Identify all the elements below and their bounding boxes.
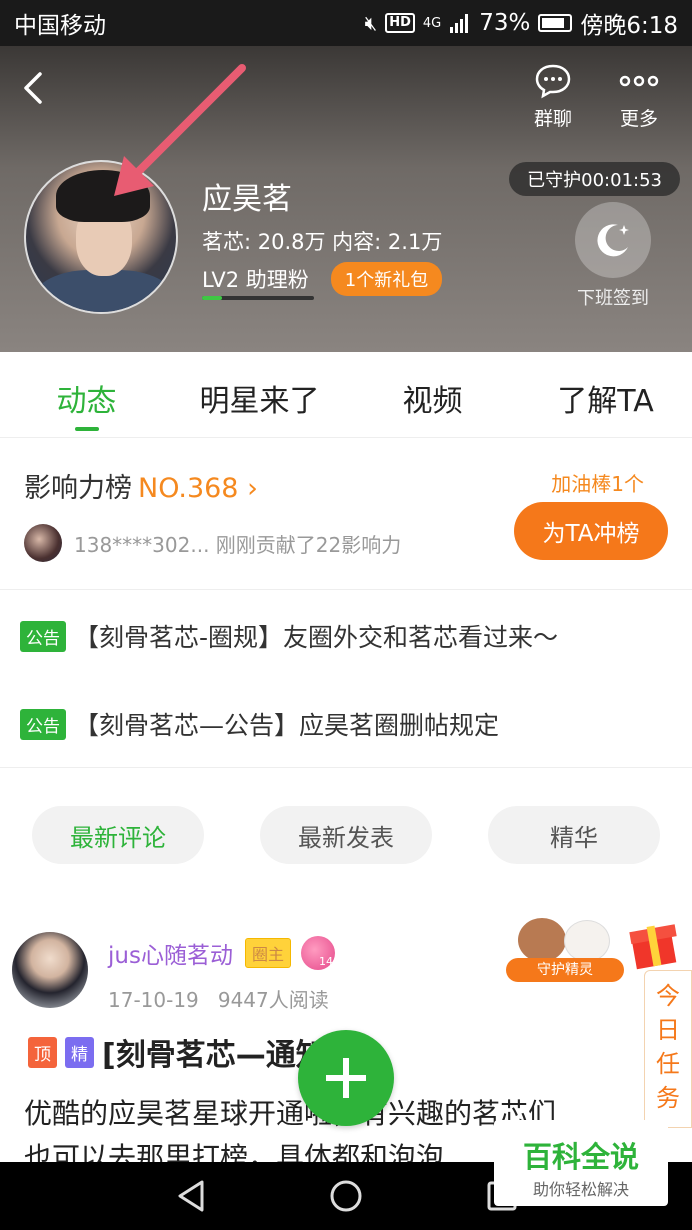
bear-sprite-icon xyxy=(518,918,566,962)
signal-icon xyxy=(450,14,469,33)
influence-ranking: 影响力榜 NO.368 › 138****302... 刚刚贡献了22影响力 加油… xyxy=(0,438,692,590)
star-stats: 茗芯: 20.8万 内容: 2.1万 xyxy=(202,230,443,254)
today-task-char: 日 xyxy=(656,1016,680,1044)
more-dots-icon xyxy=(604,62,674,100)
contributor-text: 138****302... 刚刚贡献了22影响力 xyxy=(74,532,402,557)
tab-bar: 动态 明星来了 视频 了解TA xyxy=(0,352,692,438)
today-task-char: 任 xyxy=(656,1050,680,1078)
sort-filter-bar: 最新评论 最新发表 精华 xyxy=(0,768,692,886)
influence-rank: NO.368 xyxy=(138,473,239,504)
owner-badge: 圈主 xyxy=(244,938,291,968)
mute-icon: 🔇︎ xyxy=(364,11,378,35)
rush-ranking-button[interactable]: 为TA冲榜 xyxy=(514,502,668,560)
notice-tag: 公告 xyxy=(20,708,66,740)
watermark-title: 百科全说 xyxy=(522,1140,639,1174)
filter-latest-comments[interactable]: 最新评论 xyxy=(32,806,204,864)
hd-icon: HD xyxy=(385,13,415,33)
create-post-button[interactable] xyxy=(298,1030,394,1126)
new-gift-badge[interactable]: 1个新礼包 xyxy=(330,262,443,296)
post-title: [刻骨茗芯—通知 xyxy=(102,1038,326,1073)
checkin-button[interactable] xyxy=(575,202,651,278)
notice-item[interactable]: 公告 【刻骨茗芯—公告】应昊茗圈删帖规定 xyxy=(20,706,499,742)
battery-icon xyxy=(538,14,573,32)
star-name: 应昊茗 xyxy=(202,182,292,217)
chevron-right-icon: › xyxy=(247,473,258,504)
guard-timer-badge: 已守护00:01:53 xyxy=(509,162,680,196)
group-chat-button[interactable]: 群聊 xyxy=(518,62,588,131)
notice-text: 【刻骨茗芯—公告】应昊茗圈删帖规定 xyxy=(74,711,500,740)
tab-star-here[interactable]: 明星来了 xyxy=(173,352,346,437)
group-chat-label: 群聊 xyxy=(533,108,572,130)
seal-sprite-icon xyxy=(564,920,610,962)
network-type: 4G xyxy=(422,15,442,31)
cheer-stick-count: 加油棒1个 xyxy=(551,472,644,496)
notice-tag: 公告 xyxy=(20,620,66,652)
watermark-subtitle: 助你轻松解决 xyxy=(532,1180,629,1199)
moon-icon xyxy=(597,224,629,257)
today-task-char: 今 xyxy=(656,982,680,1010)
nav-home-icon[interactable] xyxy=(328,1178,364,1214)
influence-title-row[interactable]: 影响力榜 NO.368 › xyxy=(24,466,258,505)
essence-tag: 精 xyxy=(65,1036,94,1068)
author-avatar[interactable] xyxy=(12,932,88,1008)
watermark-logo: 百科全说 助你轻松解决 xyxy=(494,1120,668,1206)
fan-level: LV2 助理粉 xyxy=(202,268,309,292)
tab-feed[interactable]: 动态 xyxy=(0,352,173,437)
guard-sprite-label: 守护精灵 xyxy=(506,958,624,982)
star-header: 群聊 更多 应昊茗 茗芯: 20.8万 内容: 2.1万 LV2 助理粉 1个新… xyxy=(0,46,692,352)
author-name[interactable]: jus心随茗动 xyxy=(108,936,233,970)
level-progress-bar xyxy=(202,296,314,300)
post-title-row: 顶 精 [刻骨茗芯—通知 xyxy=(28,1030,326,1074)
filter-essence[interactable]: 精华 xyxy=(488,806,660,864)
tab-video[interactable]: 视频 xyxy=(346,352,519,437)
back-arrow-icon[interactable] xyxy=(18,68,52,108)
battery-percent: 73% xyxy=(479,10,531,36)
post-meta: 17-10-19 9447人阅读 xyxy=(108,984,329,1013)
notice-item[interactable]: 公告 【刻骨茗芯-圈规】友圈外交和茗芯看过来～ xyxy=(20,618,558,654)
today-task-button[interactable]: 今 日 任 务 xyxy=(644,970,692,1128)
post-date: 17-10-19 xyxy=(108,988,199,1012)
today-task-char: 务 xyxy=(656,1084,680,1112)
level-progress-fill xyxy=(202,296,223,300)
notice-text: 【刻骨茗芯-圈规】友圈外交和茗芯看过来～ xyxy=(74,623,559,652)
gift-box-icon[interactable] xyxy=(628,914,680,970)
chat-bubble-icon xyxy=(518,62,588,100)
influence-title: 影响力榜 xyxy=(24,473,132,504)
more-button[interactable]: 更多 xyxy=(604,62,674,131)
filter-latest-posts[interactable]: 最新发表 xyxy=(260,806,432,864)
carrier-label: 中国移动 xyxy=(14,13,106,39)
clock: 傍晚6:18 xyxy=(580,13,678,39)
pinned-tag: 顶 xyxy=(28,1036,57,1068)
contributor-avatar xyxy=(24,524,62,562)
fan-level-row: LV2 助理粉 1个新礼包 xyxy=(202,262,443,300)
guard-sprite-widget[interactable]: 守护精灵 xyxy=(506,912,624,982)
notice-list: 公告 【刻骨茗芯-圈规】友圈外交和茗芯看过来～ 公告 【刻骨茗芯—公告】应昊茗圈… xyxy=(0,590,692,768)
author-row: jus心随茗动 圈主 14 xyxy=(108,936,335,970)
status-bar: 中国移动 🔇︎ HD 4G 73% 傍晚6:18 xyxy=(0,0,692,46)
checkin-label: 下班签到 xyxy=(577,288,649,309)
nav-back-icon[interactable] xyxy=(174,1178,210,1214)
post-reads: 9447人阅读 xyxy=(217,988,329,1012)
contributor-row: 138****302... 刚刚贡献了22影响力 xyxy=(24,524,401,562)
plus-icon xyxy=(326,1058,366,1098)
more-label: 更多 xyxy=(619,108,658,130)
level-badge: 14 xyxy=(300,936,335,970)
tab-about[interactable]: 了解TA xyxy=(519,352,692,437)
